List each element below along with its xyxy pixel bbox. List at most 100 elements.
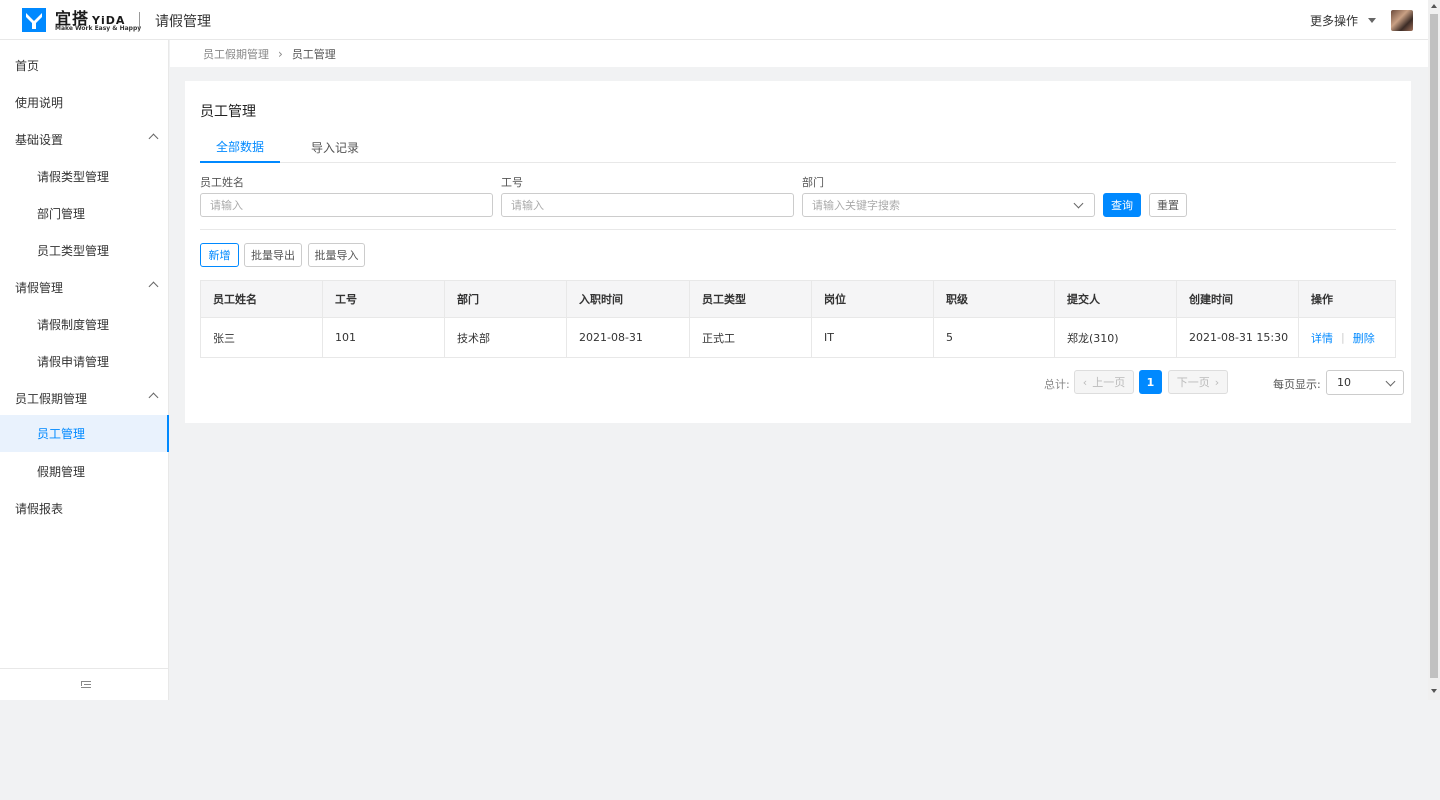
table-cell: 郑龙(310) [1055,318,1177,357]
column-header: 职级 [934,281,1055,317]
action-separator: | [1341,331,1345,344]
top-header: 宜搭 YiDA Make Work Easy & Happy 请假管理 更多操作 [0,0,1428,40]
sidebar-item-employee-types[interactable]: 员工类型管理 [0,232,169,269]
more-actions-label: 更多操作 [1310,14,1359,28]
chevron-down-icon [1385,376,1396,387]
sidebar-footer [0,668,169,700]
sidebar-item-label: 员工管理 [37,427,86,441]
yida-logo-icon[interactable] [22,8,46,32]
tab-bar: 全部数据 导入记录 [200,131,1396,163]
column-header: 提交人 [1055,281,1177,317]
main-card: 员工管理 全部数据 导入记录 员工姓名 工号 部门 查询 重置 新增 批量导出 … [185,81,1411,423]
sidebar-item-label: 请假管理 [15,281,64,295]
table-cell: 5 [934,318,1055,357]
sidebar-group-employee-holidays[interactable]: 员工假期管理 [0,380,169,417]
sidebar-item-label: 员工类型管理 [37,244,110,258]
user-avatar[interactable] [1391,10,1413,31]
sidebar-item-leave-types[interactable]: 请假类型管理 [0,158,169,195]
sidebar-item-label: 员工假期管理 [15,392,88,406]
app-title: 请假管理 [155,14,211,30]
sidebar-group-basic-settings[interactable]: 基础设置 [0,121,169,158]
sidebar-item-leave-policy[interactable]: 请假制度管理 [0,306,169,343]
scroll-thumb[interactable] [1430,14,1438,678]
sidebar-item-holidays[interactable]: 假期管理 [0,453,169,490]
filter-divider [200,229,1396,230]
chevron-up-icon [148,281,159,292]
collapse-menu-icon[interactable] [79,680,91,690]
chevron-right-icon: › [278,46,283,61]
prev-page-button[interactable]: ‹ 上一页 [1074,370,1134,394]
brand-slogan: Make Work Easy & Happy [55,25,142,32]
sidebar-item-leave-requests[interactable]: 请假申请管理 [0,343,169,380]
table-cell: 张三 [201,318,323,357]
scroll-up-arrow-icon[interactable] [1431,4,1437,8]
column-header: 员工姓名 [201,281,323,317]
next-page-label: 下一页 [1176,376,1210,389]
table-cell: IT [812,318,934,357]
pagination: 总计: 1 ‹ 上一页 1 下一页 › 每页显示: 10 [200,370,1404,395]
table-cell: 正式工 [690,318,812,357]
chevron-right-icon: › [1214,375,1220,389]
per-page-select[interactable]: 10 [1326,370,1404,395]
batch-export-button[interactable]: 批量导出 [244,243,302,267]
sidebar-item-leave-report[interactable]: 请假报表 [0,490,169,527]
employee-table: 员工姓名 工号 部门 入职时间 员工类型 岗位 职级 提交人 创建时间 操作 张… [200,280,1396,358]
sidebar-item-label: 首页 [15,59,40,73]
column-header: 入职时间 [567,281,690,317]
chevron-up-icon [148,133,159,144]
sidebar-item-label: 基础设置 [15,133,64,147]
department-label: 部门 [802,176,824,189]
sidebar-item-home[interactable]: 首页 [0,47,169,84]
sidebar-item-label: 请假申请管理 [37,355,110,369]
sidebar-item-label: 请假报表 [15,502,64,516]
next-page-button[interactable]: 下一页 › [1168,370,1228,394]
add-button[interactable]: 新增 [200,243,239,267]
column-header: 操作 [1311,293,1333,306]
sidebar-item-label: 假期管理 [37,465,86,479]
page-title: 员工管理 [200,104,256,120]
sidebar-item-departments[interactable]: 部门管理 [0,195,169,232]
breadcrumb-parent[interactable]: 员工假期管理 [203,46,269,62]
prev-page-label: 上一页 [1092,376,1126,389]
scroll-down-arrow-icon[interactable] [1431,689,1437,693]
employee-id-label: 工号 [501,176,523,189]
breadcrumb-current: 员工管理 [291,47,336,61]
header-divider [139,12,140,28]
column-header: 岗位 [812,281,934,317]
sidebar-item-label: 使用说明 [15,96,64,110]
chevron-left-icon: ‹ [1082,375,1088,389]
table-cell: 101 [323,318,445,357]
caret-down-icon [1368,18,1377,23]
page-scrollbar[interactable] [1428,0,1440,700]
breadcrumb: 员工假期管理 › 员工管理 [170,40,1428,67]
sidebar-group-leave-management[interactable]: 请假管理 [0,269,169,306]
column-header: 工号 [323,281,445,317]
column-header: 部门 [445,281,567,317]
chevron-up-icon [148,392,159,403]
column-header: 创建时间 [1177,281,1299,317]
sidebar-item-label: 请假类型管理 [37,170,110,184]
page-number-current[interactable]: 1 [1139,370,1162,394]
query-button[interactable]: 查询 [1103,193,1141,217]
more-actions-menu[interactable]: 更多操作 [1310,12,1377,29]
delete-link[interactable]: 删除 [1353,330,1375,346]
detail-link[interactable]: 详情 [1311,330,1333,346]
reset-button[interactable]: 重置 [1149,193,1187,217]
employee-id-input[interactable] [501,193,794,217]
tab-import-records[interactable]: 导入记录 [295,131,375,163]
table-cell: 2021-08-31 [567,318,690,357]
sidebar-item-guide[interactable]: 使用说明 [0,84,169,121]
per-page-value: 10 [1337,376,1351,389]
sidebar-item-label: 部门管理 [37,207,86,221]
sidebar-item-employees[interactable]: 员工管理 [0,415,169,452]
employee-name-label: 员工姓名 [200,176,244,189]
department-select[interactable] [802,193,1095,217]
tab-all-data[interactable]: 全部数据 [200,131,280,163]
table-cell-actions: 详情 | 删除 [1299,318,1395,357]
sidebar-item-label: 请假制度管理 [37,318,110,332]
employee-name-input[interactable] [200,193,493,217]
table-cell: 技术部 [445,318,567,357]
table-row: 张三 101 技术部 2021-08-31 正式工 IT 5 郑龙(310) 2… [201,318,1395,357]
table-cell: 2021-08-31 15:30 [1177,318,1299,357]
batch-import-button[interactable]: 批量导入 [308,243,365,267]
